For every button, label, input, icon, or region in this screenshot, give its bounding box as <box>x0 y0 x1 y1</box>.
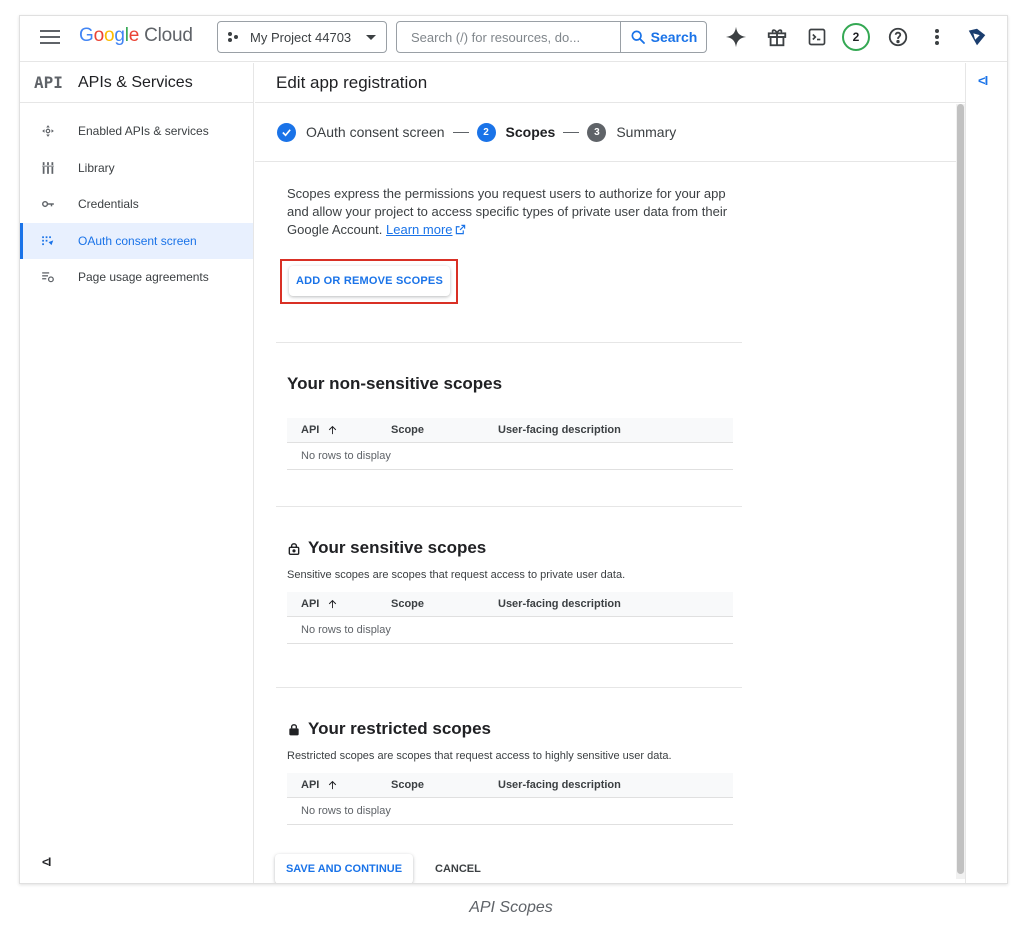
section-title: Your non-sensitive scopes <box>287 374 503 393</box>
divider <box>276 342 742 343</box>
search-icon <box>631 30 645 44</box>
scopes-table: API Scope User-facing description No row… <box>287 773 733 825</box>
arrow-up-icon <box>329 599 337 609</box>
step-connector <box>563 131 580 133</box>
sidebar-item-page-usage[interactable]: Page usage agreements <box>20 259 253 295</box>
sidebar-item-oauth-consent[interactable]: OAuth consent screen <box>20 222 253 259</box>
scrollbar-thumb[interactable] <box>957 104 964 874</box>
lock-open-outline-icon <box>288 542 300 555</box>
library-icon <box>40 160 56 176</box>
column-api[interactable]: API <box>301 779 338 791</box>
stepper: OAuth consent screen 2 Scopes 3 Summary <box>255 103 965 162</box>
external-link-icon <box>455 224 465 235</box>
notifications-badge[interactable]: 2 <box>842 23 870 51</box>
sidebar-item-enabled-apis[interactable]: Enabled APIs & services <box>20 113 253 149</box>
table-header: API Scope User-facing description <box>287 418 733 443</box>
highlight-box: ADD OR REMOVE SCOPES <box>280 259 458 304</box>
scopes-table: API Scope User-facing description No row… <box>287 418 733 470</box>
step-connector <box>452 131 469 133</box>
lock-icon <box>289 723 299 735</box>
enabled-apis-icon <box>40 123 56 139</box>
column-description[interactable]: User-facing description <box>498 598 621 610</box>
sparkle-icon[interactable] <box>724 25 748 49</box>
form-actions: SAVE AND CONTINUE CANCEL <box>275 854 481 883</box>
table-header: API Scope User-facing description <box>287 773 733 798</box>
non-sensitive-scopes-section: Your non-sensitive scopes API Scope User… <box>287 374 737 470</box>
top-bar: GoogleCloud My Project 44703 Search 2 <box>20 16 1007 62</box>
sidebar-title: APIs & Services <box>78 73 193 91</box>
sidebar-item-library[interactable]: Library <box>20 150 253 186</box>
right-panel: <I <box>965 63 1007 883</box>
section-title: Your sensitive scopes <box>287 538 737 558</box>
sidebar-nav: Enabled APIs & services Library Credenti… <box>20 113 253 295</box>
account-avatar-icon[interactable] <box>965 25 989 49</box>
terminal-icon[interactable] <box>805 25 829 49</box>
sensitive-scopes-section: Your sensitive scopes Sensitive scopes a… <box>287 538 737 644</box>
empty-row: No rows to display <box>287 443 733 470</box>
image-caption: API Scopes <box>469 899 553 916</box>
learn-more-link[interactable]: Learn more <box>386 222 465 237</box>
column-description[interactable]: User-facing description <box>498 779 621 791</box>
check-circle-icon <box>277 122 296 142</box>
search-bar: Search <box>396 21 707 53</box>
column-api[interactable]: API <box>301 598 338 610</box>
step-summary[interactable]: Summary <box>616 124 676 140</box>
search-input[interactable] <box>397 23 617 51</box>
add-or-remove-scopes-button[interactable]: ADD OR REMOVE SCOPES <box>289 266 450 296</box>
menu-icon[interactable] <box>40 30 60 46</box>
google-cloud-logo[interactable]: Google Cloud <box>79 25 193 47</box>
step-number-2: 2 <box>476 122 496 142</box>
api-logo: API <box>34 73 63 92</box>
expand-panel-button[interactable]: <I <box>978 73 988 88</box>
cancel-button[interactable]: CANCEL <box>435 863 481 875</box>
sidebar-item-credentials[interactable]: Credentials <box>20 186 253 222</box>
more-vert-icon[interactable] <box>925 25 949 49</box>
empty-row: No rows to display <box>287 617 733 644</box>
scopes-intro: Scopes express the permissions you reque… <box>287 186 728 237</box>
gift-icon[interactable] <box>765 25 789 49</box>
step-number-3: 3 <box>587 122 607 142</box>
column-api[interactable]: API <box>301 424 338 436</box>
step-oauth-consent[interactable]: OAuth consent screen <box>306 124 445 140</box>
arrow-up-icon <box>329 780 337 790</box>
table-header: API Scope User-facing description <box>287 592 733 617</box>
divider <box>276 687 742 688</box>
agreements-icon <box>40 269 56 285</box>
chevron-down-icon <box>366 35 376 40</box>
empty-row: No rows to display <box>287 798 733 825</box>
step-scopes[interactable]: Scopes <box>506 124 556 140</box>
column-scope[interactable]: Scope <box>391 779 424 791</box>
save-and-continue-button[interactable]: SAVE AND CONTINUE <box>275 854 413 883</box>
sidebar: API APIs & Services Enabled APIs & servi… <box>20 63 254 883</box>
section-description: Sensitive scopes are scopes that request… <box>287 569 626 581</box>
column-description[interactable]: User-facing description <box>498 424 621 436</box>
page-title: Edit app registration <box>255 63 965 103</box>
project-icon <box>228 31 242 43</box>
column-scope[interactable]: Scope <box>391 424 424 436</box>
section-title: Your restricted scopes <box>287 719 737 739</box>
column-scope[interactable]: Scope <box>391 598 424 610</box>
project-name: My Project 44703 <box>250 29 352 45</box>
search-button[interactable]: Search <box>620 22 706 52</box>
sidebar-header: API APIs & Services <box>20 63 253 103</box>
help-icon[interactable] <box>886 25 910 49</box>
key-icon <box>40 196 56 212</box>
project-picker[interactable]: My Project 44703 <box>217 21 387 53</box>
main-content: Edit app registration OAuth consent scre… <box>255 63 965 883</box>
restricted-scopes-section: Your restricted scopes Restricted scopes… <box>287 719 737 825</box>
section-description: Restricted scopes are scopes that reques… <box>287 750 672 762</box>
arrow-up-icon <box>329 425 337 435</box>
oauth-icon <box>40 233 56 249</box>
divider <box>276 506 742 507</box>
scopes-table: API Scope User-facing description No row… <box>287 592 733 644</box>
app-window: GoogleCloud My Project 44703 Search 2 <box>19 15 1008 884</box>
collapse-sidebar-button[interactable]: <I <box>42 855 51 869</box>
